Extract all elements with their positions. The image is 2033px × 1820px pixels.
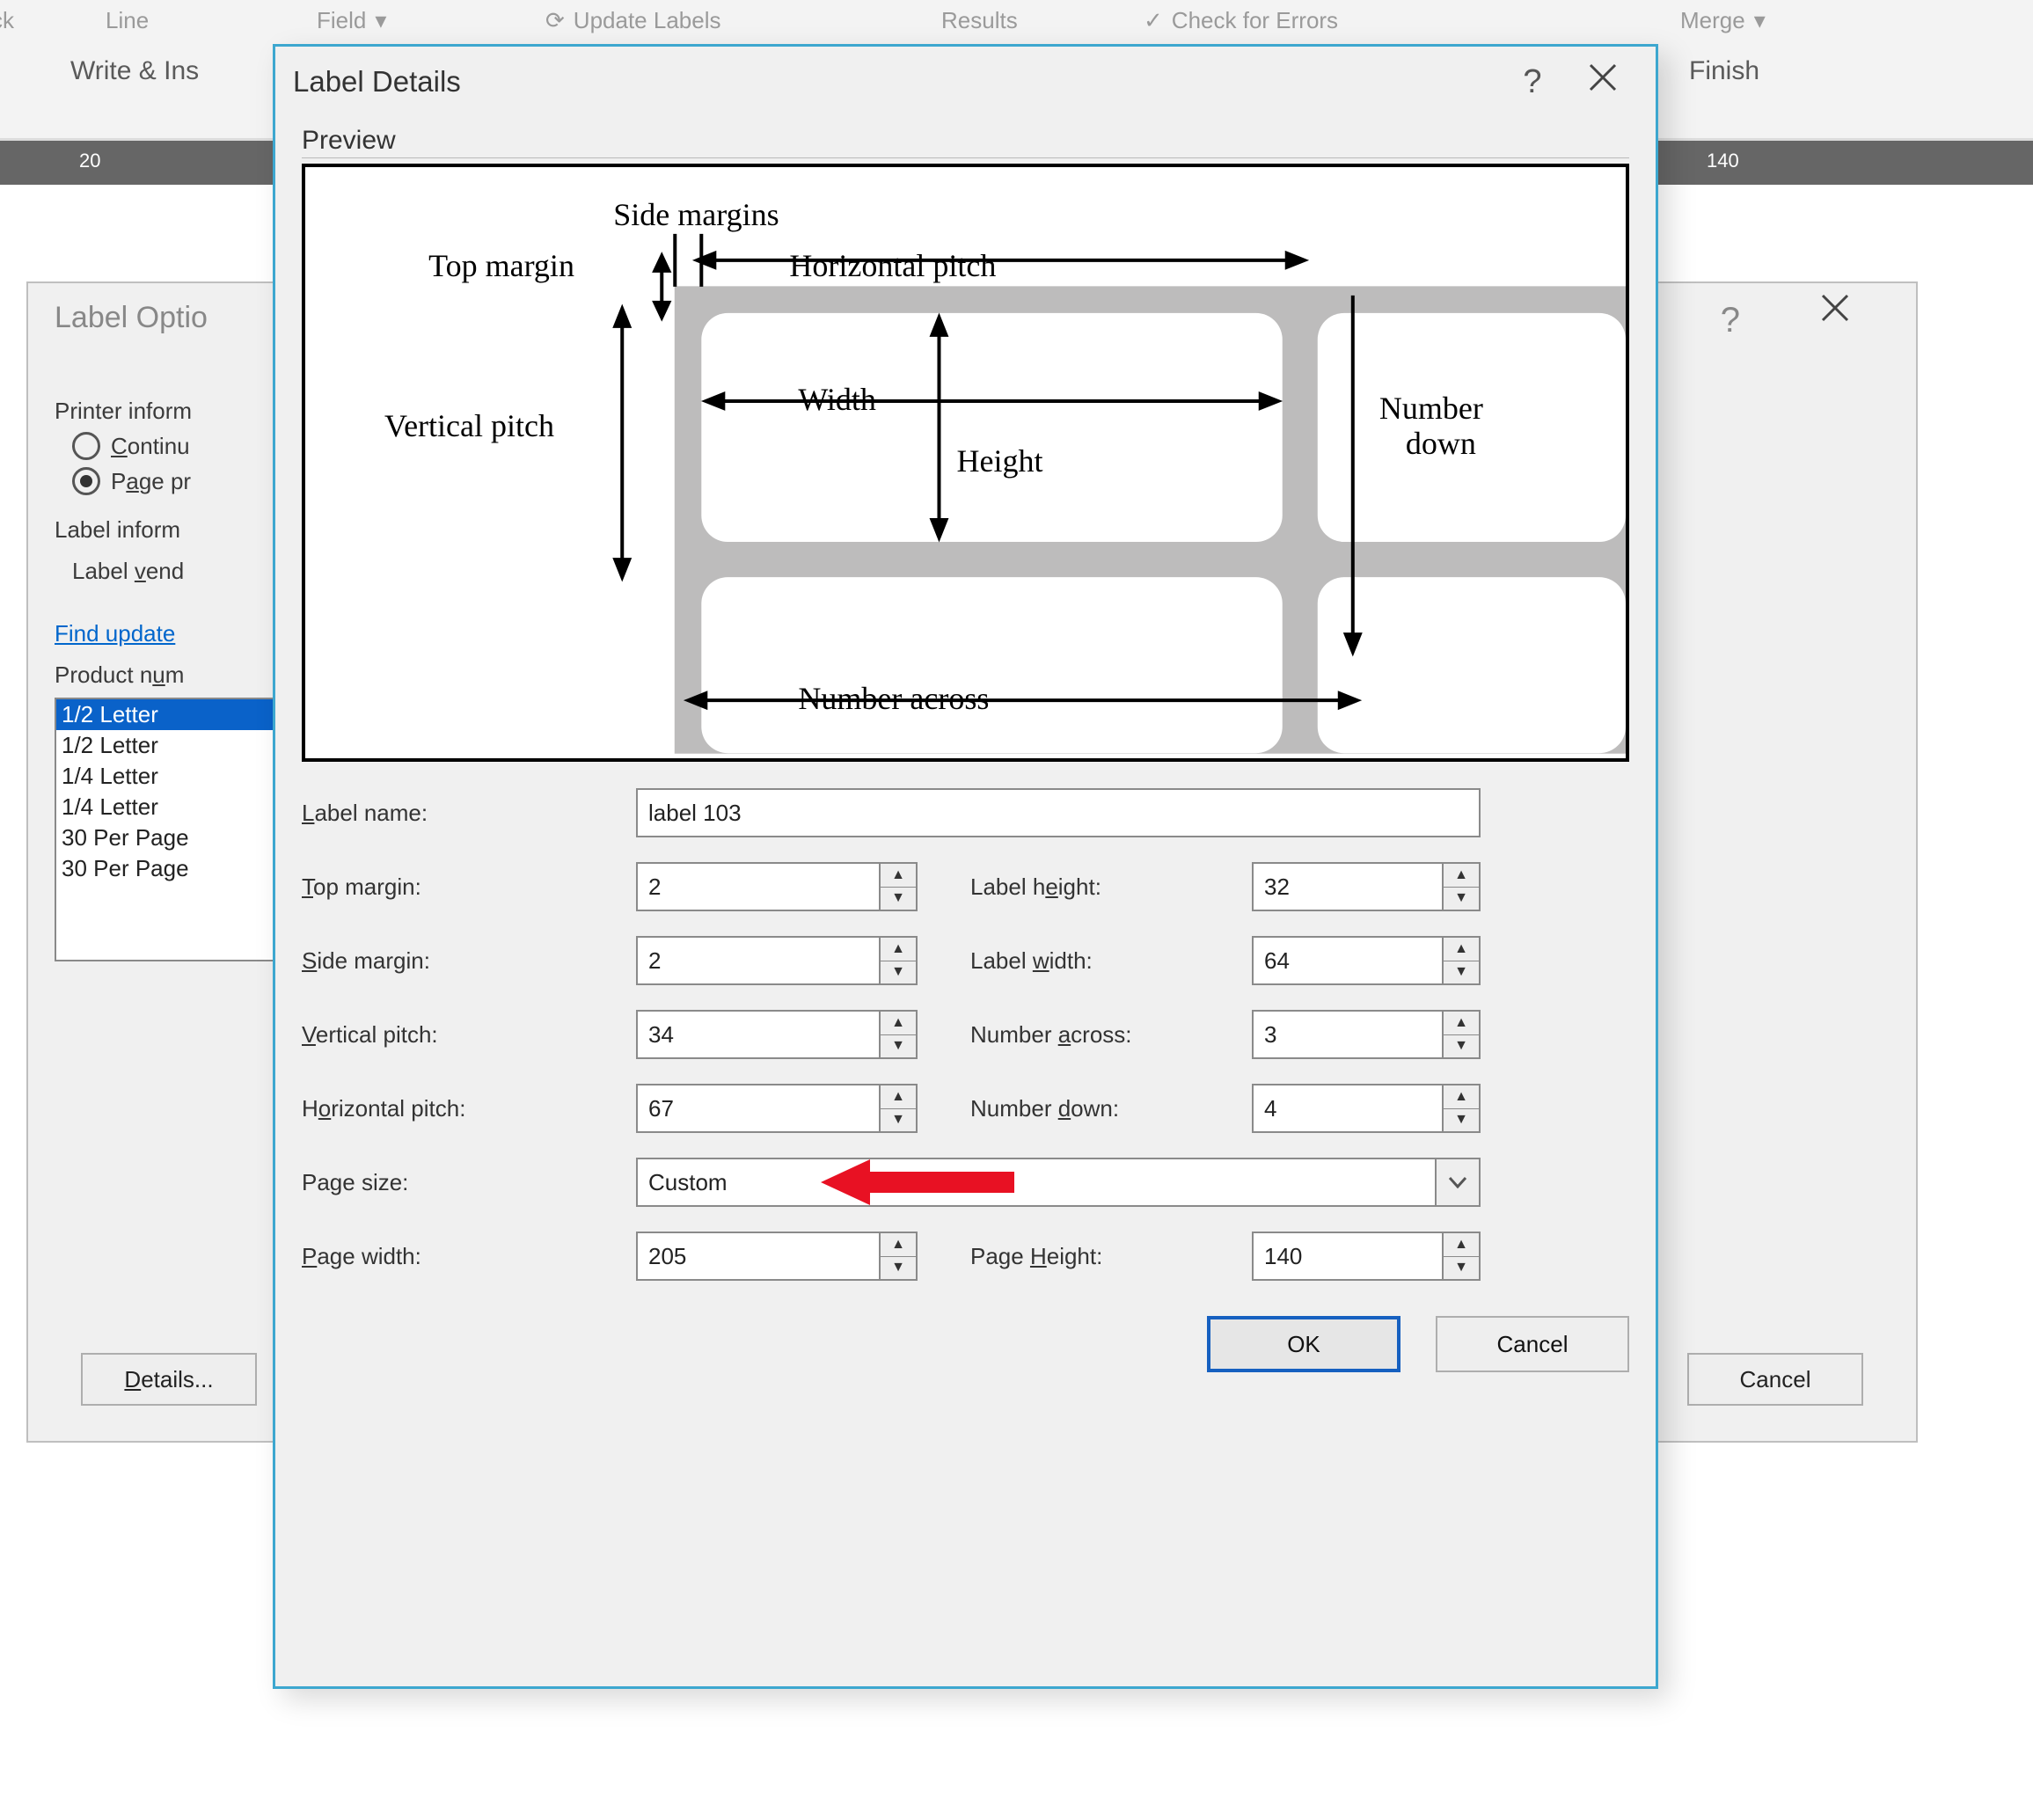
diagram-svg: Side margins Top margin Horizontal pitch…: [305, 167, 1626, 758]
diagram-horizontal-pitch: Horizontal pitch: [789, 248, 996, 283]
vertical-pitch-label: Vertical pitch:Vertical pitch:: [302, 1021, 636, 1049]
label-preview-diagram: Side margins Top margin Horizontal pitch…: [302, 164, 1629, 762]
ruler-tick-140: 140: [1707, 150, 1739, 172]
number-down-label: Number down:Number down:: [970, 1095, 1252, 1122]
chevron-down-icon: ▾: [1754, 7, 1766, 34]
vertical-pitch-spinner[interactable]: 34 ▲▼: [636, 1010, 918, 1059]
ok-button[interactable]: OK: [1207, 1316, 1400, 1372]
list-item[interactable]: 1/2 Letter: [56, 699, 282, 730]
close-icon: [1587, 62, 1619, 93]
refresh-icon: ⟳: [545, 7, 565, 34]
top-margin-spinner[interactable]: 2 ▲▼: [636, 862, 918, 911]
spin-up-icon[interactable]: ▲: [1444, 938, 1479, 961]
cancel-button[interactable]: Cancel: [1436, 1316, 1629, 1372]
label-details-dialog: Label Details ? Preview: [273, 44, 1658, 1689]
horizontal-pitch-label: Horizontal pitch:Horizontal pitch:: [302, 1095, 636, 1122]
label-name-label: Label name:Label name:: [302, 800, 636, 827]
spin-down-icon[interactable]: ▼: [1444, 1035, 1479, 1058]
list-item[interactable]: 1/4 Letter: [56, 792, 282, 822]
ribbon-results[interactable]: Results: [941, 7, 1018, 34]
ruler-tick-20: 20: [79, 150, 100, 172]
label-height-label: Label height:Label height:: [970, 873, 1252, 901]
spin-down-icon[interactable]: ▼: [1444, 1257, 1479, 1280]
ribbon-merge-dropdown[interactable]: Merge ▾: [1680, 7, 1766, 34]
ribbon-field-dropdown[interactable]: Field ▾: [317, 7, 386, 34]
label-height-spinner[interactable]: 32 ▲▼: [1252, 862, 1481, 911]
spin-down-icon[interactable]: ▼: [1444, 888, 1479, 910]
radio-selected-icon: [72, 467, 100, 495]
list-item[interactable]: 1/2 Letter: [56, 730, 282, 761]
diagram-side-margins: Side margins: [613, 197, 779, 232]
preview-section-label: Preview: [302, 126, 1629, 158]
top-margin-label: Top margin:Top margin:: [302, 873, 636, 901]
list-item[interactable]: 30 Per Page: [56, 822, 282, 853]
checklist-icon: ✓: [1144, 7, 1163, 34]
spin-down-icon[interactable]: ▼: [1444, 961, 1479, 984]
label-options-title: Label Optio: [55, 301, 208, 335]
label-details-title: Label Details: [293, 65, 1497, 99]
page-size-combo[interactable]: Custom: [636, 1158, 1481, 1207]
spin-up-icon[interactable]: ▲: [1444, 1012, 1479, 1035]
spin-down-icon[interactable]: ▼: [881, 888, 916, 910]
spin-up-icon[interactable]: ▲: [1444, 864, 1479, 888]
spin-up-icon[interactable]: ▲: [881, 864, 916, 888]
close-icon: [1819, 292, 1851, 324]
horizontal-pitch-spinner[interactable]: 67 ▲▼: [636, 1084, 918, 1133]
label-details-close[interactable]: [1568, 62, 1638, 102]
page-width-label: Page width:Page width:: [302, 1243, 636, 1270]
label-width-label: Label width:Label width:: [970, 947, 1252, 975]
side-margin-spinner[interactable]: 2 ▲▼: [636, 936, 918, 985]
page-size-label: Page size:: [302, 1169, 636, 1196]
label-width-spinner[interactable]: 64 ▲▼: [1252, 936, 1481, 985]
spin-up-icon[interactable]: ▲: [881, 1085, 916, 1109]
side-margin-label: Side margin:Side margin:: [302, 947, 636, 975]
diagram-number-down2: down: [1406, 426, 1476, 461]
product-number-list[interactable]: 1/2 Letter 1/2 Letter 1/4 Letter 1/4 Let…: [55, 698, 283, 961]
spin-down-icon[interactable]: ▼: [1444, 1109, 1479, 1132]
spin-up-icon[interactable]: ▲: [881, 938, 916, 961]
chevron-down-icon[interactable]: [1435, 1158, 1481, 1207]
spin-down-icon[interactable]: ▼: [881, 961, 916, 984]
diagram-vertical-pitch: Vertical pitch: [384, 408, 554, 443]
ribbon-ck[interactable]: ck: [0, 7, 14, 34]
ribbon-update-labels[interactable]: ⟳ Update Labels: [545, 7, 720, 34]
details-button[interactable]: Details...Details...: [81, 1353, 257, 1406]
label-details-help[interactable]: ?: [1497, 63, 1568, 101]
spin-down-icon[interactable]: ▼: [881, 1109, 916, 1132]
chevron-down-icon: ▾: [375, 7, 386, 34]
list-item[interactable]: 30 Per Page: [56, 853, 282, 884]
page-height-spinner[interactable]: 140 ▲▼: [1252, 1232, 1481, 1281]
diagram-number-down: Number: [1379, 391, 1483, 426]
page-height-label: Page Height:Page Height:: [970, 1243, 1252, 1270]
label-name-input[interactable]: label 103: [636, 788, 1481, 837]
radio-icon: [72, 432, 100, 460]
number-down-spinner[interactable]: 4 ▲▼: [1252, 1084, 1481, 1133]
label-options-cancel-button[interactable]: Cancel: [1687, 1353, 1863, 1406]
ribbon-group-write: Write & Ins: [70, 56, 199, 86]
spin-up-icon[interactable]: ▲: [881, 1012, 916, 1035]
spin-up-icon[interactable]: ▲: [1444, 1233, 1479, 1257]
spin-up-icon[interactable]: ▲: [1444, 1085, 1479, 1109]
number-across-label: Number across:Number across:: [970, 1021, 1252, 1049]
spin-up-icon[interactable]: ▲: [881, 1233, 916, 1257]
diagram-height: Height: [956, 443, 1042, 479]
list-item[interactable]: 1/4 Letter: [56, 761, 282, 792]
ribbon-line[interactable]: Line: [106, 7, 149, 34]
label-options-help[interactable]: ?: [1721, 301, 1740, 340]
ribbon-check-errors[interactable]: ✓ Check for Errors: [1144, 7, 1338, 34]
spin-down-icon[interactable]: ▼: [881, 1035, 916, 1058]
diagram-top-margin: Top margin: [428, 248, 574, 283]
ribbon-group-finish: Finish: [1689, 56, 1759, 86]
number-across-spinner[interactable]: 3 ▲▼: [1252, 1010, 1481, 1059]
spin-down-icon[interactable]: ▼: [881, 1257, 916, 1280]
label-options-close[interactable]: [1819, 292, 1872, 345]
page-width-spinner[interactable]: 205 ▲▼: [636, 1232, 918, 1281]
